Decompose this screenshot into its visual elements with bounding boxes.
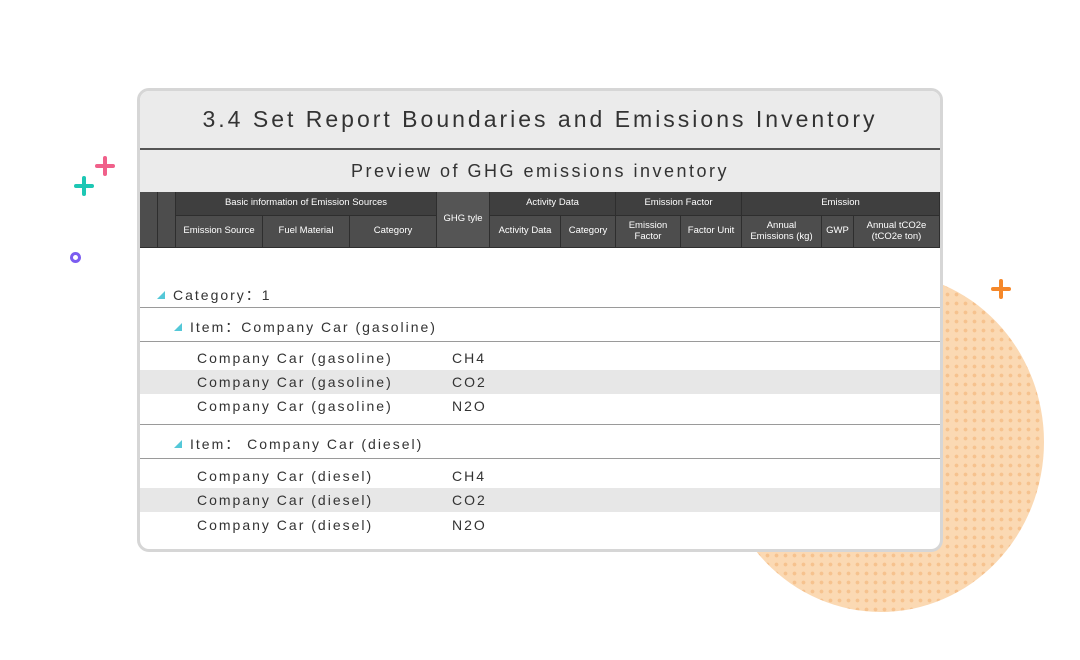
ghg-type-cell: N2O — [452, 517, 487, 533]
divider — [140, 341, 940, 342]
item-label: Item： Company Car (diesel) — [190, 436, 424, 452]
ghg-type-cell: CH4 — [452, 468, 487, 484]
header-group-activity-data: Activity Data — [490, 192, 616, 216]
header-fuel-material: Fuel Material — [263, 216, 350, 248]
table-header: Basic information of Emission Sources GH… — [140, 192, 940, 248]
card-subtitle: Preview of GHG emissions inventory — [140, 150, 940, 192]
header-annual-emissions-kg: Annual Emissions (kg) — [742, 216, 822, 248]
item-row[interactable]: Item：Company Car (gasoline) — [140, 314, 940, 340]
divider — [140, 307, 940, 308]
expand-triangle-icon[interactable] — [174, 323, 182, 331]
item-label: Item：Company Car (gasoline) — [190, 319, 437, 335]
category-row[interactable]: Category：1 — [140, 282, 940, 308]
emission-source-cell: Company Car (diesel) — [197, 517, 374, 533]
plus-icon — [991, 279, 1011, 299]
ghg-type-cell: N2O — [452, 398, 487, 414]
header-factor-unit: Factor Unit — [681, 216, 742, 248]
expand-triangle-icon[interactable] — [174, 440, 182, 448]
table-row[interactable]: Company Car (diesel) CH4 — [140, 464, 940, 488]
emission-source-cell: Company Car (gasoline) — [197, 350, 393, 366]
emission-source-cell: Company Car (gasoline) — [197, 398, 393, 414]
expand-triangle-icon[interactable] — [157, 291, 165, 299]
emission-source-cell: Company Car (diesel) — [197, 468, 374, 484]
ghg-type-cell: CO2 — [452, 492, 487, 508]
header-gwp: GWP — [822, 216, 854, 248]
card-title: 3.4 Set Report Boundaries and Emissions … — [140, 91, 940, 150]
header-blank-cell — [158, 192, 176, 248]
inventory-card: 3.4 Set Report Boundaries and Emissions … — [137, 88, 943, 552]
table-row[interactable]: Company Car (gasoline) N2O — [140, 394, 940, 418]
header-group-emission: Emission — [742, 192, 940, 216]
table-row[interactable]: Company Car (gasoline) CH4 — [140, 346, 940, 370]
header-category: Category — [350, 216, 437, 248]
divider — [140, 424, 940, 425]
header-activity-category: Category — [561, 216, 616, 248]
ring-icon — [70, 252, 81, 263]
item-row[interactable]: Item： Company Car (diesel) — [140, 431, 940, 457]
plus-icon — [95, 156, 115, 176]
header-emission-source: Emission Source — [176, 216, 263, 248]
header-activity-data: Activity Data — [490, 216, 561, 248]
emission-source-cell: Company Car (diesel) — [197, 492, 374, 508]
category-label: Category：1 — [173, 287, 272, 303]
plus-icon — [74, 176, 94, 196]
header-group-emission-factor: Emission Factor — [616, 192, 742, 216]
table-row[interactable]: Company Car (diesel) N2O — [140, 513, 940, 537]
table-row[interactable]: Company Car (diesel) CO2 — [140, 488, 940, 512]
ghg-type-cell: CH4 — [452, 350, 487, 366]
divider — [140, 458, 940, 459]
ghg-type-cell: CO2 — [452, 374, 487, 390]
header-group-basic-info: Basic information of Emission Sources — [176, 192, 437, 216]
header-emission-factor: Emission Factor — [616, 216, 681, 248]
header-annual-tco2e: Annual tCO2e (tCO2e ton) — [854, 216, 940, 248]
emission-source-cell: Company Car (gasoline) — [197, 374, 393, 390]
header-blank-cell — [140, 192, 158, 248]
header-ghg-type: GHG tyle — [437, 192, 490, 248]
table-row[interactable]: Company Car (gasoline) CO2 — [140, 370, 940, 394]
